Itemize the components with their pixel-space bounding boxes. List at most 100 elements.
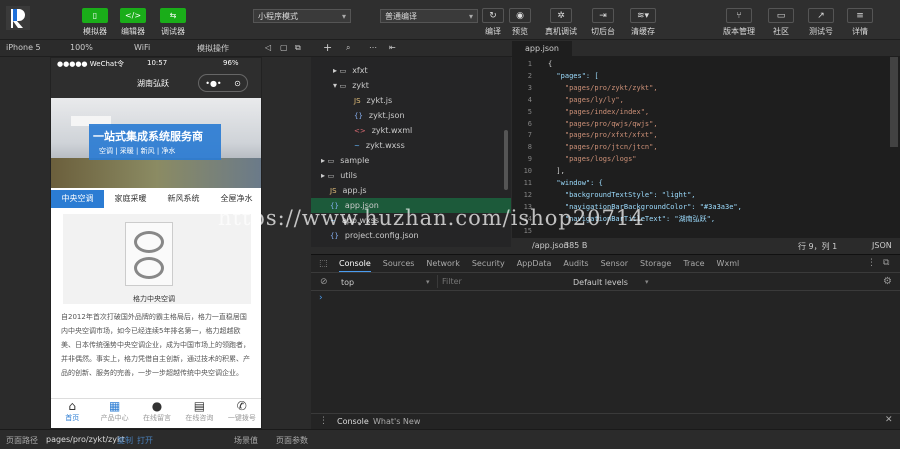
preview-button[interactable]: ◉ bbox=[509, 8, 531, 23]
inspect-icon[interactable]: ⬚ bbox=[319, 259, 328, 269]
close-icon[interactable]: ✕ bbox=[885, 415, 893, 425]
log-levels-select[interactable]: Default levels bbox=[573, 278, 628, 287]
file-tree-item[interactable]: ▸ ▭ sample bbox=[311, 153, 511, 168]
file-tree-label: app.js bbox=[342, 186, 367, 195]
debugger-button[interactable]: ⇆ bbox=[160, 8, 186, 23]
nav-consult[interactable]: ▤ 在线咨询 bbox=[178, 399, 220, 428]
tab-fresh-air[interactable]: 新风系统 bbox=[157, 190, 210, 208]
clear-cache-button[interactable]: ≋▾ bbox=[630, 8, 656, 23]
copy-link[interactable]: 复制 bbox=[117, 435, 133, 446]
status-position: 行 9，列 1 bbox=[798, 242, 838, 251]
levels-dropdown-icon: ▾ bbox=[645, 278, 649, 286]
file-tree-item[interactable]: {} project.config.json bbox=[311, 228, 511, 243]
devtools-tab[interactable]: Sensor bbox=[601, 259, 628, 272]
devtools-tab[interactable]: Wxml bbox=[717, 259, 740, 272]
version-button[interactable]: ⑂ bbox=[726, 8, 752, 23]
test-account-button[interactable]: ↗ bbox=[808, 8, 834, 23]
community-label: 社区 bbox=[773, 27, 789, 36]
editor-scrollbar[interactable] bbox=[890, 57, 898, 147]
context-dropdown-icon: ▾ bbox=[426, 278, 430, 286]
page-params[interactable]: 页面参数 bbox=[276, 435, 308, 446]
more-vertical-icon[interactable]: ⋮ bbox=[867, 258, 876, 268]
nav-call[interactable]: ✆ 一键拨号 bbox=[221, 399, 261, 428]
compile-button[interactable]: ↻ bbox=[482, 8, 504, 23]
editor-tab[interactable]: app.json bbox=[512, 41, 572, 57]
chat-bubble-icon: ▤ bbox=[193, 399, 206, 413]
status-size: 385 B bbox=[564, 241, 588, 250]
open-link[interactable]: 打开 bbox=[137, 435, 153, 446]
network-select[interactable]: WiFi bbox=[134, 43, 150, 52]
switch-icon: ⇥ bbox=[599, 10, 607, 21]
zoom-select[interactable]: 100% bbox=[70, 43, 93, 52]
editor-button[interactable]: </> bbox=[120, 8, 146, 23]
devtools-tab[interactable]: Storage bbox=[640, 259, 671, 272]
search-icon[interactable]: ⌕ bbox=[346, 43, 350, 53]
background-button[interactable]: ⇥ bbox=[592, 8, 614, 23]
community-button[interactable]: ▭ bbox=[768, 8, 794, 23]
file-tree-item[interactable]: {} zykt.json bbox=[311, 108, 511, 123]
details-button[interactable]: ≡ bbox=[847, 8, 873, 23]
test-account-label: 测试号 bbox=[809, 27, 833, 36]
real-debug-button[interactable]: ✲ bbox=[550, 8, 572, 23]
collapse-icon[interactable]: ⇤ bbox=[389, 43, 396, 52]
devtools-tab[interactable]: Security bbox=[472, 259, 505, 272]
file-tree-item[interactable]: ▸ ▭ utils bbox=[311, 168, 511, 183]
nav-home-label: 首页 bbox=[65, 414, 80, 422]
more-icon[interactable]: ⋯ bbox=[369, 43, 377, 52]
simulate-select[interactable]: 模拟操作 bbox=[197, 43, 229, 54]
console-prompt-icon[interactable]: › bbox=[319, 293, 323, 303]
capsule-menu[interactable]: •●• ⊙ bbox=[198, 74, 248, 92]
banner-floor bbox=[51, 158, 261, 188]
code-line: "pages/pro/xfxt/xfxt", bbox=[548, 131, 658, 140]
nav-message[interactable]: ● 在线留言 bbox=[136, 399, 178, 428]
mode-select[interactable]: 小程序模式 bbox=[253, 9, 351, 23]
devtools-tab[interactable]: Network bbox=[426, 259, 459, 272]
simulator-button[interactable]: ▯ bbox=[82, 8, 108, 23]
product-label: 格力中央空调 bbox=[133, 295, 175, 303]
clear-cache-label: 清缓存 bbox=[631, 27, 655, 36]
file-tree-item[interactable]: <> zykt.wxml bbox=[311, 123, 511, 138]
settings-icon[interactable]: ⚙ bbox=[883, 276, 892, 287]
clear-console-icon[interactable]: ⊘ bbox=[320, 277, 328, 287]
device-select[interactable]: iPhone 5 bbox=[6, 43, 41, 52]
rotate-icon[interactable]: ▢ bbox=[280, 43, 288, 52]
devtools-tab[interactable]: Console bbox=[339, 259, 371, 272]
file-tree-item[interactable]: ~ zykt.wxss bbox=[311, 138, 511, 153]
scene-value[interactable]: 场景值 bbox=[234, 435, 258, 446]
console-filter-input[interactable] bbox=[437, 275, 567, 288]
nav-message-label: 在线留言 bbox=[143, 414, 172, 422]
file-tree-label: zykt.wxss bbox=[365, 141, 405, 150]
nav-home[interactable]: ⌂ 首页 bbox=[51, 399, 93, 428]
dock-icon[interactable]: ⧉ bbox=[883, 258, 889, 268]
grid-icon: ▦ bbox=[108, 399, 121, 413]
file-tree-item[interactable]: JS app.js bbox=[311, 183, 511, 198]
file-tree-item[interactable]: ▸ ▭ xfxt bbox=[311, 63, 511, 78]
context-select[interactable]: top bbox=[341, 278, 431, 287]
devtools-tab[interactable]: Audits bbox=[563, 259, 588, 272]
drawer-tab-whats-new[interactable]: What's New bbox=[373, 417, 420, 426]
line-number: 4 bbox=[527, 95, 532, 104]
banner-subtitle: 空调 | 采暖 | 新风 | 净水 bbox=[99, 147, 176, 155]
file-tree-item[interactable]: JS zykt.js bbox=[311, 93, 511, 108]
line-number: 3 bbox=[527, 83, 532, 92]
volume-icon[interactable]: ◁ bbox=[265, 43, 271, 52]
nav-title: 湖南弘跃 bbox=[137, 79, 169, 88]
refresh-icon: ↻ bbox=[489, 10, 497, 21]
drawer-menu-icon[interactable]: ⋮ bbox=[319, 416, 328, 426]
fullscreen-icon[interactable]: ⧉ bbox=[295, 43, 301, 53]
line-number: 11 bbox=[523, 179, 532, 188]
nav-products[interactable]: ▦ 产品中心 bbox=[93, 399, 135, 428]
tab-heating[interactable]: 家庭采暖 bbox=[104, 190, 157, 208]
devtools-tab[interactable]: Trace bbox=[683, 259, 704, 272]
add-file-icon[interactable]: + bbox=[323, 41, 332, 54]
editor-label: 编辑器 bbox=[121, 27, 145, 36]
compile-mode-select[interactable]: 普通编译 bbox=[380, 9, 478, 23]
explorer-scrollbar[interactable] bbox=[504, 130, 508, 190]
drawer-tab-console[interactable]: Console bbox=[337, 417, 369, 426]
fan-icon bbox=[134, 231, 164, 253]
file-tree-item[interactable]: ▾ ▭ zykt bbox=[311, 78, 511, 93]
nav-consult-label: 在线咨询 bbox=[185, 414, 214, 422]
tab-central-ac[interactable]: 中央空调 bbox=[51, 190, 104, 208]
devtools-tab[interactable]: Sources bbox=[383, 259, 415, 272]
devtools-tab[interactable]: AppData bbox=[517, 259, 552, 272]
